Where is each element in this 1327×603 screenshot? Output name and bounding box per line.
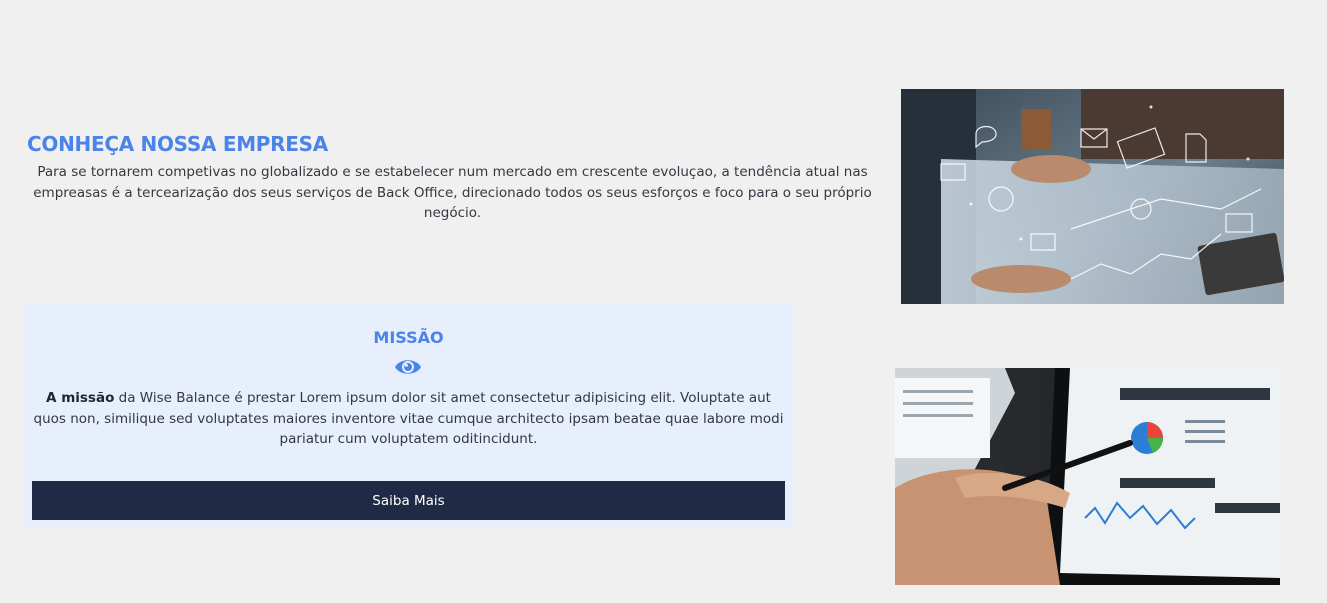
saiba-mais-button[interactable]: Saiba Mais (32, 481, 785, 520)
mission-title: MISSÃO (373, 328, 444, 347)
about-description: Para se tornarem competivas no globaliza… (33, 164, 872, 221)
mission-card: MISSÃO A missão da Wise Balance é presta… (24, 304, 793, 527)
mission-description-rest: da Wise Balance é prestar Lorem ipsum do… (33, 390, 784, 447)
business-team-image (901, 89, 1284, 304)
tablet-analytics-image (895, 368, 1280, 585)
eye-icon (394, 356, 422, 378)
about-title: CONHEÇA NOSSA EMPRESA (27, 132, 328, 156)
mission-description-strong: A missão (46, 390, 115, 406)
mission-description: A missão da Wise Balance é prestar Lorem… (30, 388, 787, 450)
